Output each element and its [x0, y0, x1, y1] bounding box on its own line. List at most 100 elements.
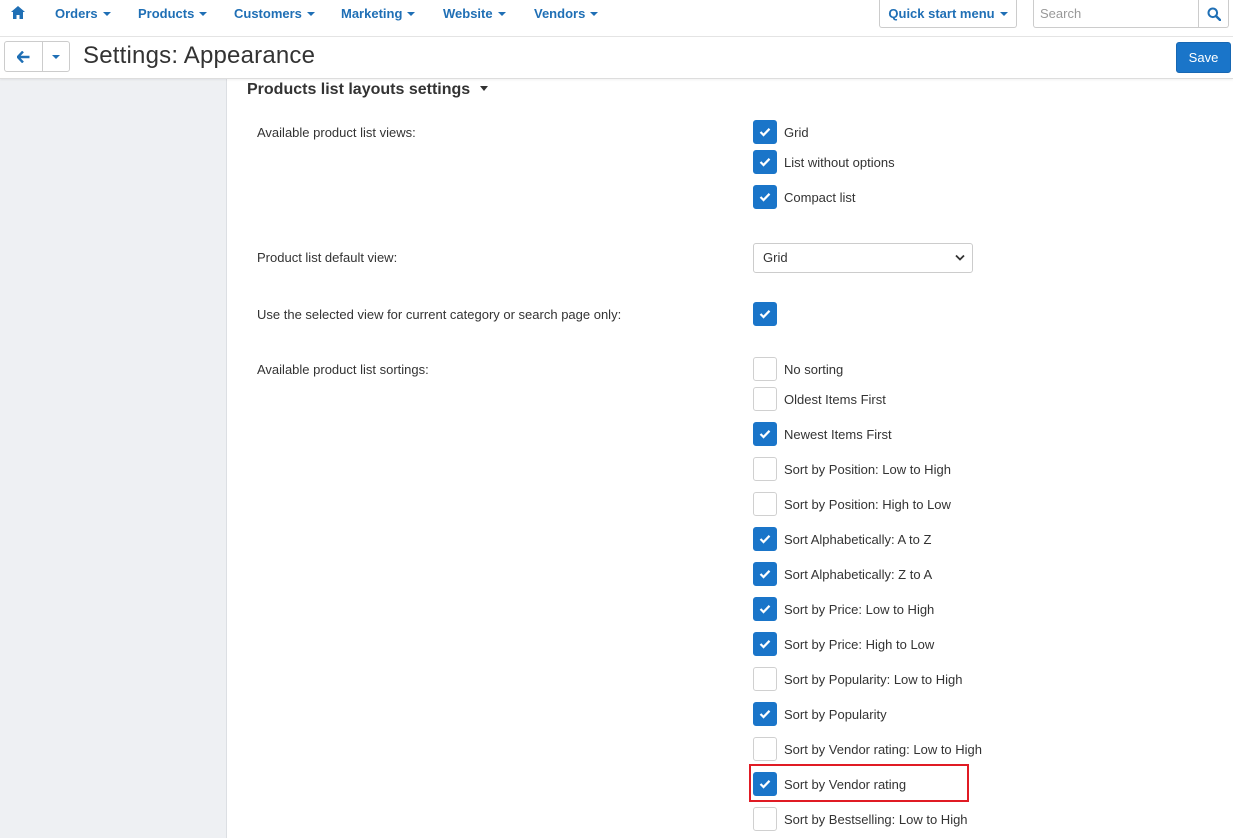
view-option-checkbox[interactable]: [753, 150, 777, 174]
sorting-option-label: Sort by Position: Low to High: [784, 461, 951, 477]
checkmark-icon: [759, 570, 771, 579]
nav-website[interactable]: Website: [443, 6, 506, 21]
back-history-dropdown[interactable]: [43, 42, 69, 71]
page-title: Settings: Appearance: [83, 42, 316, 69]
section-toggle-products-list-layouts[interactable]: Products list layouts settings: [247, 81, 489, 99]
checkmark-icon: [759, 430, 771, 439]
caret-down-icon: [590, 11, 599, 16]
sorting-option-checkbox[interactable]: [753, 422, 777, 446]
sorting-option-checkbox[interactable]: [753, 667, 777, 691]
page-header: Settings: Appearance Save: [0, 37, 1233, 79]
sorting-option-label: Oldest Items First: [784, 391, 886, 407]
nav-marketing[interactable]: Marketing: [341, 6, 416, 21]
sortings-label: Available product list sortings:: [257, 362, 429, 377]
sorting-option-label: Sort by Position: High to Low: [784, 496, 951, 512]
sorting-option-item[interactable]: Sort by Vendor rating: Low to High: [753, 737, 982, 761]
sorting-option-item[interactable]: Sort by Price: High to Low: [753, 632, 934, 656]
sidebar: [0, 79, 227, 838]
view-option-label: List without options: [784, 154, 895, 170]
sorting-option-label: Sort Alphabetically: A to Z: [784, 531, 932, 547]
nav-orders[interactable]: Orders: [55, 6, 111, 21]
sorting-option-label: No sorting: [784, 361, 844, 377]
nav-vendors-label: Vendors: [534, 6, 586, 21]
sorting-option-item[interactable]: Oldest Items First: [753, 387, 886, 411]
selected-view-checkbox[interactable]: [753, 302, 777, 326]
checkmark-icon: [759, 710, 771, 719]
save-button[interactable]: Save: [1176, 42, 1231, 73]
sorting-option-label: Newest Items First: [784, 426, 892, 442]
sorting-option-item[interactable]: Sort by Popularity: [753, 702, 887, 726]
sorting-option-label: Sort by Popularity: [784, 706, 887, 722]
sorting-option-checkbox[interactable]: [753, 737, 777, 761]
sorting-option-item[interactable]: Sort by Popularity: Low to High: [753, 667, 962, 691]
search-input[interactable]: [1034, 0, 1198, 27]
caret-down-icon: [480, 86, 489, 92]
sorting-option-item[interactable]: Newest Items First: [753, 422, 892, 446]
chevron-down-icon: [955, 254, 965, 261]
sorting-option-checkbox[interactable]: [753, 772, 777, 796]
caret-down-icon: [497, 11, 506, 16]
sorting-option-item[interactable]: Sort Alphabetically: Z to A: [753, 562, 932, 586]
views-label: Available product list views:: [257, 125, 416, 140]
nav-vendors[interactable]: Vendors: [534, 6, 599, 21]
search-icon: [1207, 7, 1221, 21]
nav-marketing-label: Marketing: [341, 6, 403, 21]
nav-customers-label: Customers: [234, 6, 302, 21]
sorting-option-item[interactable]: Sort by Bestselling: Low to High: [753, 807, 968, 831]
sorting-option-checkbox[interactable]: [753, 492, 777, 516]
sorting-option-checkbox[interactable]: [753, 527, 777, 551]
sorting-option-checkbox[interactable]: [753, 702, 777, 726]
sorting-option-checkbox[interactable]: [753, 562, 777, 586]
checkmark-icon: [759, 535, 771, 544]
checkmark-icon: [759, 640, 771, 649]
top-navigation: Orders Products Customers Marketing Webs…: [0, 0, 1233, 37]
checkmark-icon: [759, 193, 771, 202]
selected-view-label: Use the selected view for current catego…: [257, 307, 622, 322]
caret-down-icon: [407, 11, 416, 16]
caret-down-icon: [102, 11, 111, 16]
search-box: [1033, 0, 1229, 28]
nav-products[interactable]: Products: [138, 6, 208, 21]
default-view-value: Grid: [763, 250, 788, 265]
sorting-option-checkbox[interactable]: [753, 457, 777, 481]
sorting-option-checkbox[interactable]: [753, 632, 777, 656]
sorting-option-item[interactable]: Sort by Price: Low to High: [753, 597, 934, 621]
view-option-item[interactable]: Compact list: [753, 185, 856, 209]
search-button[interactable]: [1198, 0, 1229, 27]
view-option-item[interactable]: List without options: [753, 150, 895, 174]
section-title: Products list layouts settings: [247, 81, 471, 98]
caret-down-icon: [306, 11, 315, 16]
sorting-option-label: Sort by Bestselling: Low to High: [784, 811, 968, 827]
view-option-label: Grid: [784, 124, 809, 140]
view-option-item[interactable]: Grid: [753, 120, 809, 144]
sorting-option-item[interactable]: No sorting: [753, 357, 843, 381]
sorting-option-label: Sort by Price: High to Low: [784, 636, 935, 652]
selected-view-checkbox-item[interactable]: [753, 302, 777, 326]
nav-orders-label: Orders: [55, 6, 98, 21]
default-view-select[interactable]: Grid: [753, 243, 973, 273]
sorting-option-label: Sort by Popularity: Low to High: [784, 671, 963, 687]
view-option-checkbox[interactable]: [753, 120, 777, 144]
sorting-option-label: Sort by Price: Low to High: [784, 601, 935, 617]
sorting-option-label: Sort Alphabetically: Z to A: [784, 566, 933, 582]
back-button-group: [4, 41, 70, 72]
back-button[interactable]: [5, 42, 43, 71]
sorting-option-label: Sort by Vendor rating: Low to High: [784, 741, 983, 757]
quick-start-menu-button[interactable]: Quick start menu: [879, 0, 1017, 28]
nav-website-label: Website: [443, 6, 493, 21]
sorting-option-item[interactable]: Sort by Position: Low to High: [753, 457, 951, 481]
home-icon[interactable]: [11, 6, 27, 22]
sorting-option-item[interactable]: Sort by Position: High to Low: [753, 492, 951, 516]
sorting-option-checkbox[interactable]: [753, 597, 777, 621]
arrow-left-icon: [17, 50, 30, 63]
caret-down-icon: [999, 11, 1008, 16]
sorting-option-checkbox[interactable]: [753, 357, 777, 381]
view-option-checkbox[interactable]: [753, 185, 777, 209]
sorting-option-item[interactable]: Sort Alphabetically: A to Z: [753, 527, 931, 551]
sorting-option-item[interactable]: Sort by Vendor rating: [753, 772, 906, 796]
caret-down-icon: [199, 11, 208, 16]
sorting-option-label: Sort by Vendor rating: [784, 776, 907, 792]
nav-customers[interactable]: Customers: [234, 6, 315, 21]
sorting-option-checkbox[interactable]: [753, 387, 777, 411]
sorting-option-checkbox[interactable]: [753, 807, 777, 831]
